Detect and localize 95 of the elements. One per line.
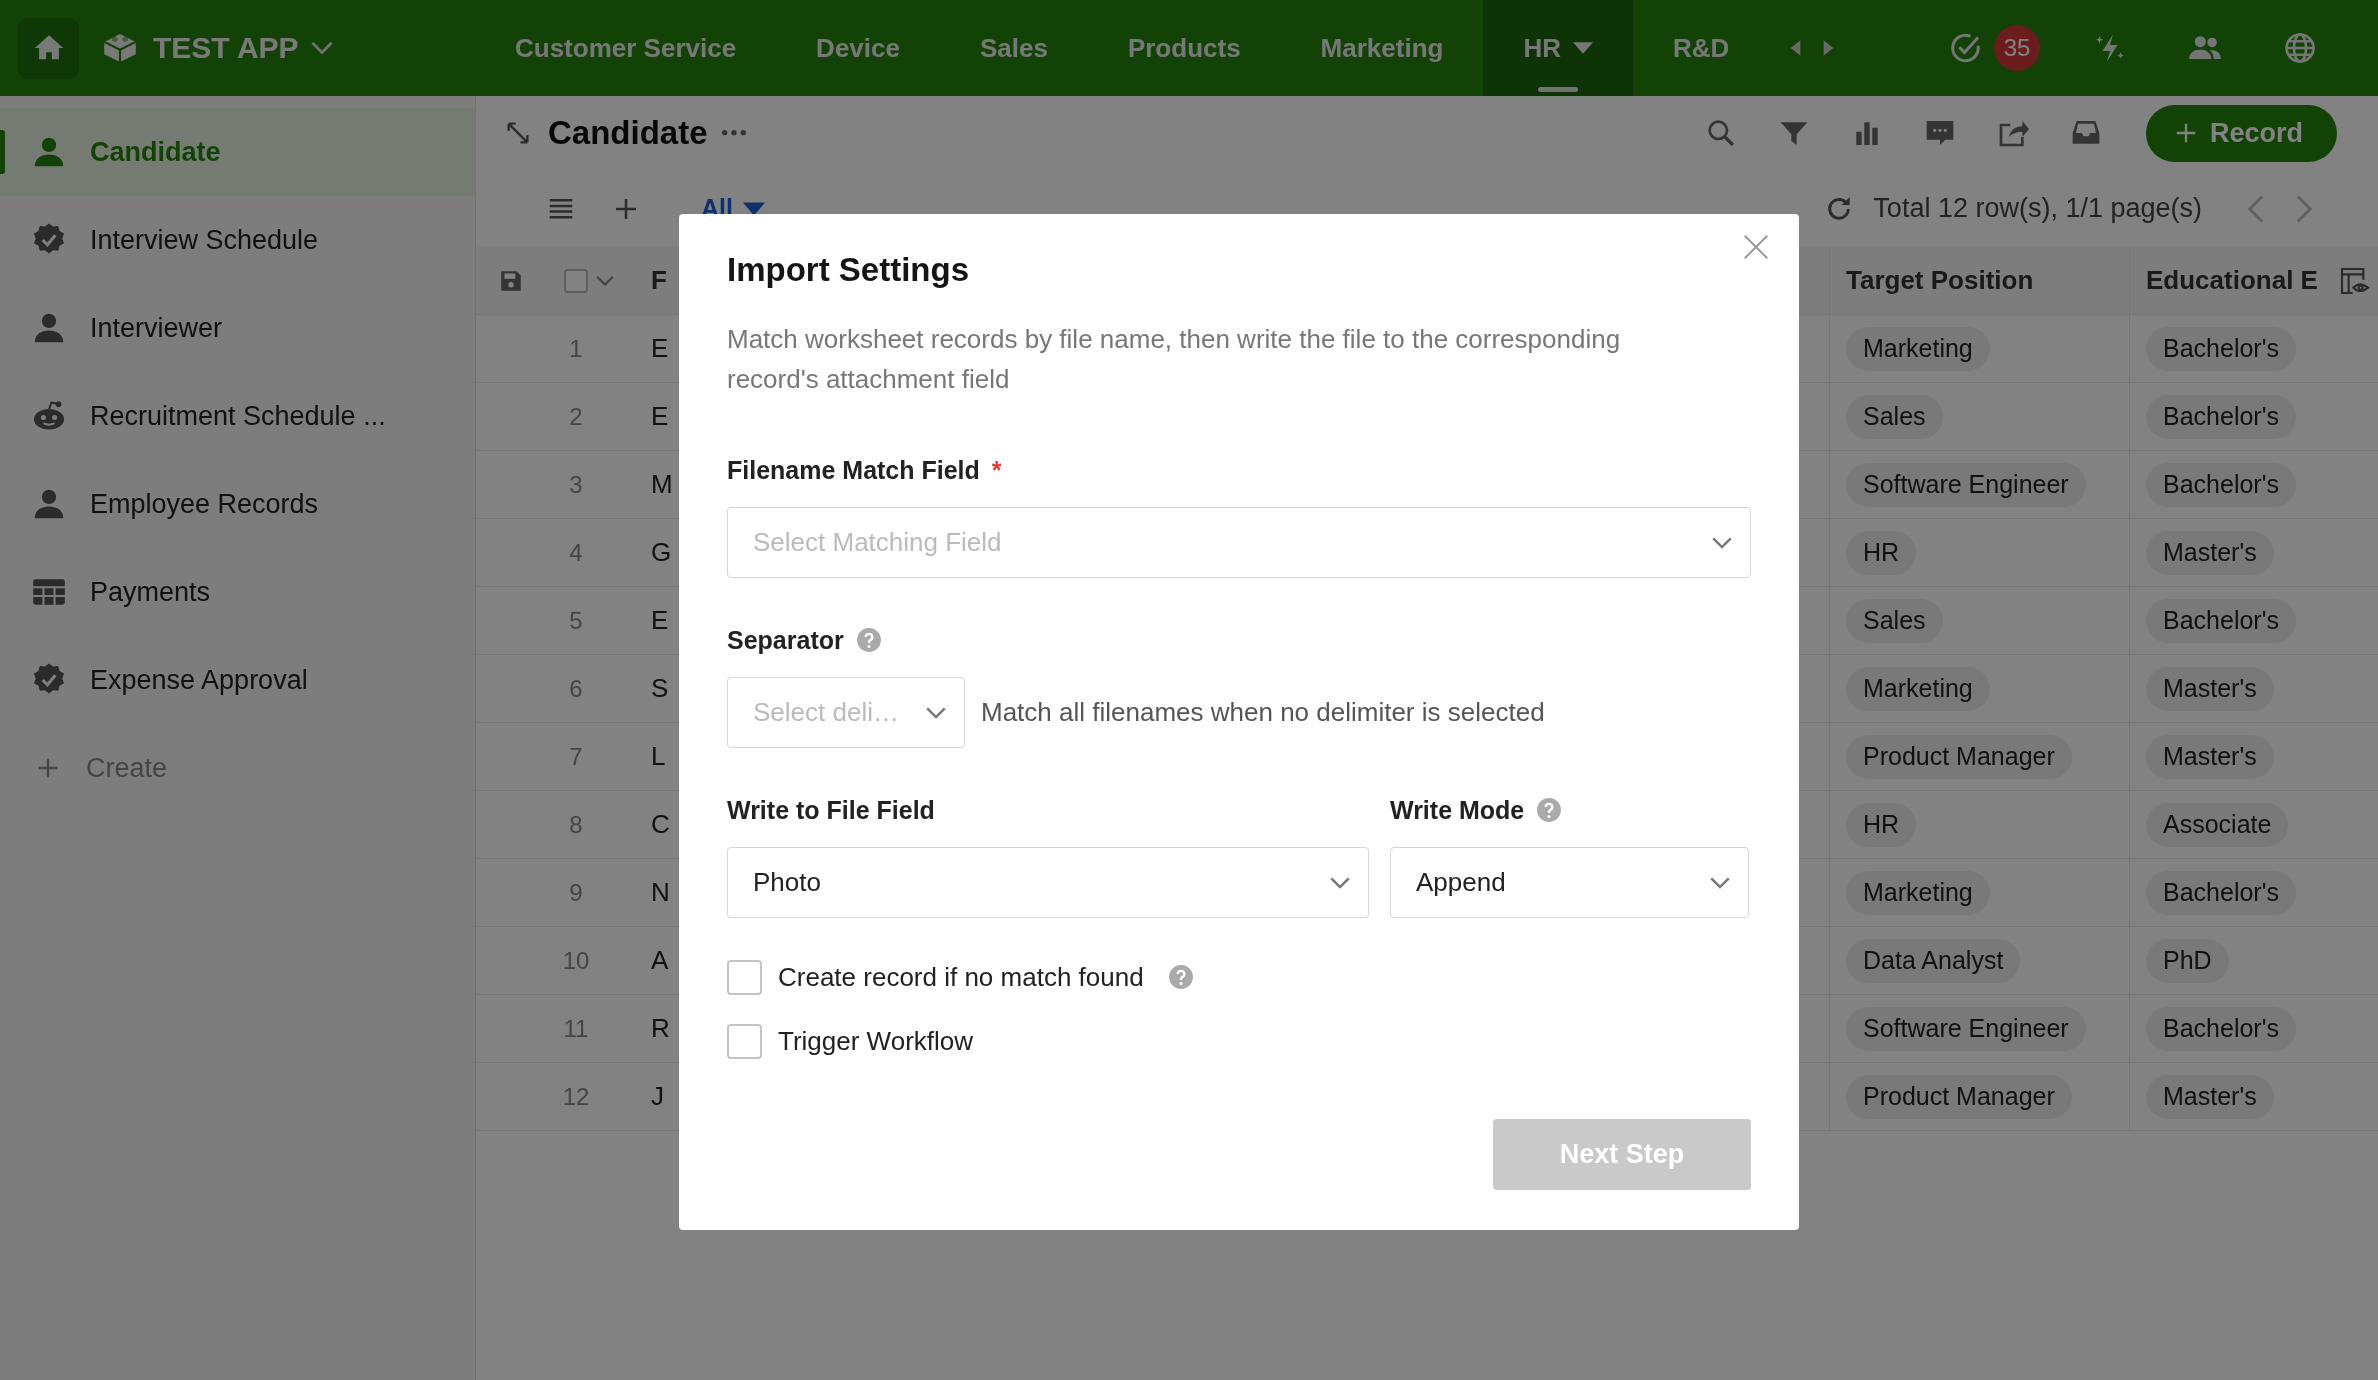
matching-field-select[interactable]: Select Matching Field [727, 507, 1751, 578]
separator-hint: Match all filenames when no delimiter is selected [981, 697, 1545, 728]
table-cell: C [651, 809, 670, 840]
checkbox-label: Create record if no match found [778, 961, 1144, 993]
checkbox-label: Trigger Workflow [778, 1025, 974, 1057]
row-number: 3 [568, 470, 584, 499]
row-number: 9 [568, 878, 584, 907]
file-field-select[interactable]: Photo [727, 847, 1369, 918]
sidebar-item[interactable]: Payments [0, 548, 475, 636]
column-header: Educational E [2146, 265, 2318, 296]
row-number: 5 [568, 606, 584, 635]
position-tag: Software Engineer [1846, 462, 2086, 507]
table-cell: E [651, 333, 669, 364]
field-label: Write Mode [1390, 795, 1525, 825]
required-mark: * [991, 455, 1002, 485]
checkbox[interactable] [727, 1023, 762, 1059]
table-cell: R [651, 1013, 670, 1044]
position-tag: Sales [1846, 394, 1943, 439]
education-tag: Master's [2146, 734, 2274, 779]
field-label: Filename Match Field [727, 455, 980, 485]
education-tag: Master's [2146, 666, 2274, 711]
education-tag: Bachelor's [2146, 870, 2296, 915]
home-button[interactable] [18, 17, 79, 79]
dialog-title: Import Settings [727, 250, 970, 290]
education-tag: Master's [2146, 530, 2274, 575]
education-tag: Bachelor's [2146, 394, 2296, 439]
table-cell: A [651, 945, 669, 976]
position-tag: Software Engineer [1846, 1006, 2086, 1051]
education-tag: Associate [2146, 802, 2289, 847]
table-cell: N [651, 877, 670, 908]
more-dots-icon[interactable] [721, 130, 746, 136]
row-number: 1 [568, 334, 584, 363]
table-cell: L [651, 741, 666, 772]
column-header: Target Position [1846, 265, 2034, 296]
position-tag: Marketing [1846, 870, 1990, 915]
sidebar-item[interactable]: Interview Schedule [0, 196, 475, 284]
row-number: 8 [568, 810, 584, 839]
table-cell: J [651, 1081, 664, 1112]
position-tag: Product Manager [1846, 1074, 2072, 1119]
table-cell: S [651, 673, 669, 704]
sidebar-item[interactable]: Interviewer [0, 284, 475, 372]
nav-tab[interactable]: Customer Service [475, 0, 777, 96]
notification-badge[interactable]: 35 [1994, 25, 2040, 71]
row-number: 12 [561, 1082, 591, 1111]
field-label: Separator [727, 625, 844, 655]
add-record-button[interactable]: Record [2145, 104, 2337, 162]
dialog-description: Match worksheet records by file name, then write the file to the corresponding record's attachment field [727, 323, 1622, 396]
app-name[interactable]: TEST APP [153, 31, 299, 65]
nav-tab[interactable]: Products [1087, 0, 1281, 96]
help-icon [855, 627, 882, 653]
position-tag: Product Manager [1846, 734, 2072, 779]
nav-tab[interactable]: Device [776, 0, 940, 96]
help-icon [1536, 797, 1563, 823]
table-cell: G [651, 537, 672, 568]
nav-tab[interactable]: HR [1483, 0, 1633, 96]
position-tag: Data Analyst [1846, 938, 2021, 983]
sidebar-item[interactable]: Expense Approval [0, 636, 475, 724]
education-tag: Master's [2146, 1074, 2274, 1119]
position-tag: HR [1846, 802, 1917, 847]
position-tag: Marketing [1846, 326, 1990, 371]
education-tag: Bachelor's [2146, 1006, 2296, 1051]
nav-tab[interactable]: Sales [939, 0, 1088, 96]
row-number: 7 [568, 742, 584, 771]
table-cell: M [651, 469, 673, 500]
table-cell: E [651, 401, 669, 432]
education-tag: Bachelor's [2146, 598, 2296, 643]
sidebar-item[interactable]: Candidate [0, 108, 475, 196]
separator-select[interactable]: Select deli… [727, 677, 965, 748]
nav-tab[interactable]: Marketing [1280, 0, 1484, 96]
column-header: F [651, 265, 667, 296]
education-tag: Bachelor's [2146, 326, 2296, 371]
position-tag: Marketing [1846, 666, 1990, 711]
row-number: 10 [561, 946, 591, 975]
sidebar-item[interactable]: Employee Records [0, 460, 475, 548]
row-number: 6 [568, 674, 584, 703]
view-title: Candidate [548, 114, 708, 152]
create-item[interactable]: Create [0, 724, 475, 812]
nav-tab[interactable]: R&D [1632, 0, 1770, 96]
globe-icon [2282, 30, 2318, 66]
write-mode-select[interactable]: Append [1390, 847, 1749, 918]
close-icon [1741, 232, 1771, 262]
row-number: 2 [568, 402, 584, 431]
position-tag: HR [1846, 530, 1917, 575]
row-number: 4 [568, 538, 584, 567]
checkbox[interactable] [727, 959, 762, 995]
table-cell: E [651, 605, 669, 636]
help-icon [1167, 964, 1194, 990]
row-number: 11 [562, 1014, 590, 1043]
position-tag: Sales [1846, 598, 1943, 643]
education-tag: Bachelor's [2146, 462, 2296, 507]
education-tag: PhD [2146, 938, 2229, 983]
sidebar-item[interactable]: Recruitment Schedule ... [0, 372, 475, 460]
select-all-checkbox[interactable] [564, 268, 588, 293]
field-label: Write to File Field [727, 795, 935, 825]
row-count: Total 12 row(s), 1/1 page(s) [1873, 193, 2202, 224]
